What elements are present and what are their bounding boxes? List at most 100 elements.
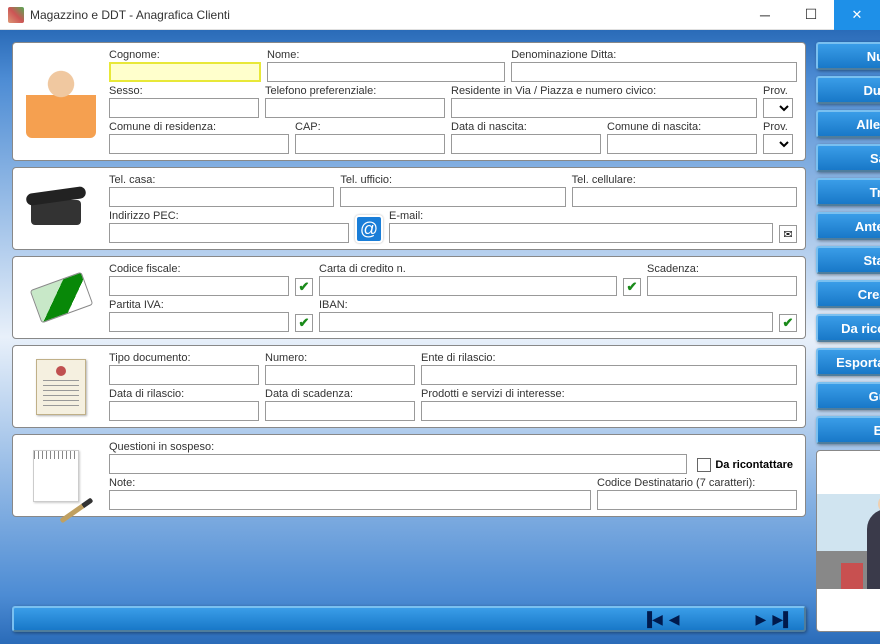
stampa-button[interactable]: Stampa xyxy=(816,246,880,274)
teluff-input[interactable] xyxy=(340,187,565,207)
telpref-label: Telefono preferenziale: xyxy=(265,85,445,97)
cap-input[interactable] xyxy=(295,134,445,154)
prodotti-label: Prodotti e servizi di interesse: xyxy=(421,388,797,400)
record-nav-bar: ▐◀ ◀ ▶ ▶▌ xyxy=(12,606,806,632)
dataril-input[interactable] xyxy=(109,401,259,421)
shopping-image xyxy=(816,450,880,632)
window-maximize-button[interactable] xyxy=(788,0,834,30)
carta-label: Carta di credito n. xyxy=(319,263,617,275)
ente-label: Ente di rilascio: xyxy=(421,352,797,364)
trova-button[interactable]: Trova xyxy=(816,178,880,206)
ricontattare-button[interactable]: Da ricontattare xyxy=(816,314,880,342)
data-nasc-label: Data di nascita: xyxy=(451,121,601,133)
comune-nasc-input[interactable] xyxy=(607,134,757,154)
nuovo-button[interactable]: Nuovo xyxy=(816,42,880,70)
iban-label: IBAN: xyxy=(319,299,773,311)
guida-button[interactable]: Guida xyxy=(816,382,880,410)
document-image xyxy=(21,352,101,421)
cf-label: Codice fiscale: xyxy=(109,263,289,275)
telcell-input[interactable] xyxy=(572,187,797,207)
esci-button[interactable]: Esci xyxy=(816,416,880,444)
telcasa-input[interactable] xyxy=(109,187,334,207)
scad-label: Scadenza: xyxy=(647,263,797,275)
nav-next-button[interactable]: ▶ xyxy=(753,611,770,628)
telpref-input[interactable] xyxy=(265,98,445,118)
denom-input[interactable] xyxy=(511,62,797,82)
personal-image xyxy=(21,49,101,154)
residente-input[interactable] xyxy=(451,98,757,118)
iban-input[interactable] xyxy=(319,312,773,332)
panel-contact: Tel. casa: Tel. ufficio: Tel. cellulare:… xyxy=(12,167,806,250)
allega-button[interactable]: Allega file xyxy=(816,110,880,138)
pdf-button[interactable]: Crea PDF xyxy=(816,280,880,308)
carta-check-icon[interactable] xyxy=(623,278,641,296)
datascad-label: Data di scadenza: xyxy=(265,388,415,400)
ricontattare-checkbox[interactable] xyxy=(697,458,711,472)
carta-input[interactable] xyxy=(319,276,617,296)
numero-label: Numero: xyxy=(265,352,415,364)
cognome-label: Cognome: xyxy=(109,49,261,61)
nome-input[interactable] xyxy=(267,62,505,82)
window-title: Magazzino e DDT - Anagrafica Clienti xyxy=(30,8,742,22)
prodotti-input[interactable] xyxy=(421,401,797,421)
numero-input[interactable] xyxy=(265,365,415,385)
window-minimize-button[interactable] xyxy=(742,0,788,30)
residente-label: Residente in Via / Piazza e numero civic… xyxy=(451,85,757,97)
iban-check-icon[interactable] xyxy=(779,314,797,332)
cap-label: CAP: xyxy=(295,121,445,133)
duplica-button[interactable]: Duplica xyxy=(816,76,880,104)
titlebar: Magazzino e DDT - Anagrafica Clienti xyxy=(0,0,880,30)
prov1-select[interactable] xyxy=(763,98,793,118)
scad-input[interactable] xyxy=(647,276,797,296)
comune-nasc-label: Comune di nascita: xyxy=(607,121,757,133)
sesso-label: Sesso: xyxy=(109,85,259,97)
ricontattare-label: Da ricontattare xyxy=(715,459,793,471)
questioni-label: Questioni in sospeso: xyxy=(109,441,687,453)
card-image xyxy=(21,263,101,332)
cognome-input[interactable] xyxy=(109,62,261,82)
nav-last-button[interactable]: ▶▌ xyxy=(769,611,796,628)
tipo-input[interactable] xyxy=(109,365,259,385)
esporta-button[interactable]: Esporta archivio xyxy=(816,348,880,376)
panel-notes: Questioni in sospeso: Da ricontattare No… xyxy=(12,434,806,517)
prov2-select[interactable] xyxy=(763,134,793,154)
nav-first-button[interactable]: ▐◀ xyxy=(639,611,666,628)
window-close-button[interactable] xyxy=(834,0,880,30)
panel-document: Tipo documento: Numero: Ente di rilascio… xyxy=(12,345,806,428)
telcell-label: Tel. cellulare: xyxy=(572,174,797,186)
panel-fiscal: Codice fiscale: Carta di credito n. Scad… xyxy=(12,256,806,339)
nav-prev-button[interactable]: ◀ xyxy=(666,611,683,628)
sesso-input[interactable] xyxy=(109,98,259,118)
cf-check-icon[interactable] xyxy=(295,278,313,296)
salva-button[interactable]: Salva xyxy=(816,144,880,172)
pec-input[interactable] xyxy=(109,223,349,243)
coddest-input[interactable] xyxy=(597,490,797,510)
nome-label: Nome: xyxy=(267,49,505,61)
note-input[interactable] xyxy=(109,490,591,510)
comune-res-input[interactable] xyxy=(109,134,289,154)
email-icon[interactable] xyxy=(355,215,383,243)
piva-input[interactable] xyxy=(109,312,289,332)
right-column: Nuovo Duplica Allega file Salva Trova An… xyxy=(816,42,880,632)
data-nasc-input[interactable] xyxy=(451,134,601,154)
email-input[interactable] xyxy=(389,223,773,243)
piva-label: Partita IVA: xyxy=(109,299,289,311)
cf-input[interactable] xyxy=(109,276,289,296)
questioni-input[interactable] xyxy=(109,454,687,474)
anteprima-button[interactable]: Anteprima xyxy=(816,212,880,240)
datascad-input[interactable] xyxy=(265,401,415,421)
comune-res-label: Comune di residenza: xyxy=(109,121,289,133)
piva-check-icon[interactable] xyxy=(295,314,313,332)
email-action-icon[interactable]: ✉ xyxy=(779,225,797,243)
prov2-label: Prov. xyxy=(763,121,797,133)
ente-input[interactable] xyxy=(421,365,797,385)
teluff-label: Tel. ufficio: xyxy=(340,174,565,186)
app-icon xyxy=(8,7,24,23)
left-column: Cognome: Nome: Denominazione Ditta: Sess… xyxy=(12,42,806,632)
denom-label: Denominazione Ditta: xyxy=(511,49,797,61)
panel-personal: Cognome: Nome: Denominazione Ditta: Sess… xyxy=(12,42,806,161)
pec-label: Indirizzo PEC: xyxy=(109,210,349,222)
email-label: E-mail: xyxy=(389,210,773,222)
phone-image xyxy=(21,174,101,243)
tipo-label: Tipo documento: xyxy=(109,352,259,364)
